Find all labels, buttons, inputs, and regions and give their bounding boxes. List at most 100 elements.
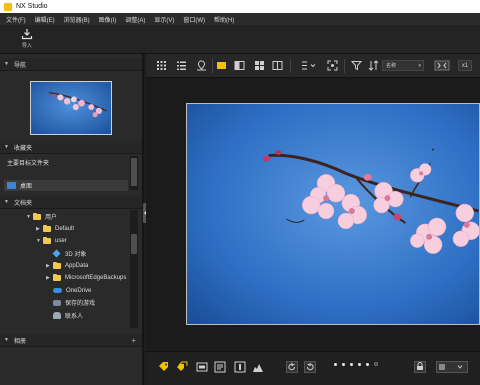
album-header[interactable]: ▼ 相册 +	[0, 334, 142, 347]
folders-scrollbar[interactable]	[130, 210, 138, 328]
star-rating[interactable]	[334, 362, 378, 366]
game-icon	[53, 299, 61, 306]
sort-by-label: 名称	[386, 63, 397, 69]
display-options-icon[interactable]	[301, 60, 317, 71]
image-viewer: 名称 x1	[146, 54, 480, 385]
tree-item-label: 保存的游戏	[65, 301, 96, 307]
metadata-icon[interactable]	[214, 361, 226, 373]
main-photo[interactable]	[186, 103, 480, 325]
tree-item-label: AppData	[65, 262, 89, 269]
menu-view[interactable]: 显示(V)	[154, 15, 174, 24]
tree-item-appdata[interactable]: ▶ AppData	[46, 260, 88, 271]
tree-item-label: Default	[55, 225, 75, 232]
viewer-toolbar: 名称 x1	[146, 54, 480, 78]
map-pin-icon[interactable]	[196, 60, 207, 71]
import-button[interactable]: 导入	[14, 28, 40, 52]
fit-window-button[interactable]	[434, 60, 450, 71]
menu-edit[interactable]: 编辑(E)	[35, 15, 55, 24]
expand-arrow-icon[interactable]: ▶	[46, 275, 53, 281]
folder-icon	[33, 212, 41, 220]
compare-view-icon[interactable]	[234, 60, 245, 71]
favorites-header[interactable]: ▼ 收藏夹	[0, 141, 142, 154]
toolbar-separator	[212, 59, 213, 73]
tree-item-saved-games[interactable]: 保存的游戏	[46, 297, 95, 308]
desktop-icon	[7, 182, 16, 189]
left-panel: ▼ 导航 ▼ 收藏夹 主要目标文件夹 桌面 ▼ 文档夹 ▼ 用户 ▶ Defau…	[0, 54, 144, 385]
raw-info-icon[interactable]	[196, 361, 208, 373]
expand-arrow-icon[interactable]: ▼	[26, 214, 33, 220]
toolbar-separator	[344, 59, 345, 73]
tree-item-onedrive[interactable]: OneDrive	[46, 285, 91, 296]
multi-view-icon[interactable]	[254, 60, 265, 71]
folder-icon	[53, 261, 61, 269]
tree-item-users[interactable]: ▼ 用户	[26, 211, 57, 222]
contacts-icon	[53, 312, 61, 319]
menu-file[interactable]: 文件(F)	[6, 15, 26, 24]
navigator-header[interactable]: ▼ 导航	[0, 58, 142, 71]
expand-arrow-icon[interactable]: ▶	[36, 226, 43, 232]
favorite-item-target-folder[interactable]: 主要目标文件夹	[4, 157, 128, 168]
rating-dot-1[interactable]	[334, 362, 337, 366]
side-by-side-icon[interactable]	[272, 60, 283, 71]
folder-icon	[43, 224, 51, 232]
tree-item-label: OneDrive	[66, 287, 92, 294]
favorite-item-label: 桌面	[20, 184, 33, 190]
import-icon	[21, 29, 33, 40]
folder-icon	[53, 273, 61, 281]
collapse-triangle-icon: ▼	[4, 199, 9, 205]
tag-multiple-icon[interactable]	[176, 361, 188, 373]
rotate-left-icon[interactable]	[286, 361, 298, 373]
collapse-triangle-icon: ▼	[4, 61, 9, 67]
rating-dot-5[interactable]	[366, 362, 369, 366]
navigator-title: 导航	[13, 62, 26, 69]
navigator-thumbnail[interactable]	[30, 81, 112, 135]
collapse-triangle-icon: ▼	[4, 144, 9, 150]
fit-screen-icon[interactable]	[327, 60, 338, 71]
sort-by-select[interactable]: 名称	[382, 60, 424, 71]
add-album-icon[interactable]: +	[131, 336, 136, 345]
expand-arrow-icon[interactable]: ▼	[36, 238, 43, 244]
list-view-icon[interactable]	[176, 60, 187, 71]
favorites-scroll-thumb[interactable]	[131, 158, 137, 186]
folders-header[interactable]: ▼ 文档夹	[0, 196, 142, 209]
histogram-icon[interactable]	[252, 361, 264, 373]
tree-item-label: MicrosoftEdgeBackups	[65, 274, 127, 281]
tree-item-contacts[interactable]: 联系人	[46, 310, 83, 321]
filter-icon[interactable]	[351, 60, 362, 71]
protect-icon[interactable]	[414, 361, 426, 373]
cherry-blossom-image	[187, 104, 479, 324]
tag-icon[interactable]	[158, 361, 170, 373]
tree-item-edge-backups[interactable]: ▶ MicrosoftEdgeBackups	[46, 272, 126, 283]
sort-icon[interactable]	[368, 60, 379, 71]
favorite-item-desktop[interactable]: 桌面	[4, 180, 128, 191]
single-image-view-icon[interactable]	[216, 60, 227, 71]
rating-dot-2[interactable]	[342, 362, 345, 366]
main-toolbar: 导入	[0, 25, 480, 54]
tree-item-3d-objects[interactable]: 3D 对象	[46, 248, 86, 259]
grid-view-icon[interactable]	[156, 60, 167, 71]
rotate-right-icon[interactable]	[304, 361, 316, 373]
info-icon[interactable]	[234, 361, 246, 373]
menu-browser[interactable]: 浏览器(B)	[64, 15, 90, 24]
folder-icon	[43, 236, 51, 244]
menu-adjust[interactable]: 调整(A)	[125, 15, 145, 24]
expand-arrow-icon[interactable]: ▶	[46, 263, 53, 269]
title-bar: NX Studio	[0, 0, 480, 13]
favorites-scrollbar[interactable]	[130, 156, 138, 190]
tree-item-user[interactable]: ▼ user	[36, 235, 67, 246]
menu-help[interactable]: 帮助(H)	[214, 15, 234, 24]
tree-item-default[interactable]: ▶ Default	[36, 223, 74, 234]
favorites-title: 收藏夹	[13, 145, 32, 152]
rating-dot-4[interactable]	[358, 362, 361, 366]
thumbnail-image	[31, 82, 111, 134]
menu-window[interactable]: 窗口(W)	[183, 15, 205, 24]
folders-scroll-thumb[interactable]	[131, 234, 137, 254]
menu-image[interactable]: 图像(I)	[99, 15, 117, 24]
window-title: NX Studio	[16, 3, 48, 10]
rating-dot-3[interactable]	[350, 362, 353, 366]
menu-bar: 文件(F) 编辑(E) 浏览器(B) 图像(I) 调整(A) 显示(V) 窗口(…	[0, 13, 480, 25]
app-logo-icon	[4, 2, 12, 11]
reject-rating-icon[interactable]	[374, 362, 378, 366]
label-color-icon[interactable]	[436, 361, 468, 373]
zoom-level[interactable]: x1	[458, 60, 472, 71]
